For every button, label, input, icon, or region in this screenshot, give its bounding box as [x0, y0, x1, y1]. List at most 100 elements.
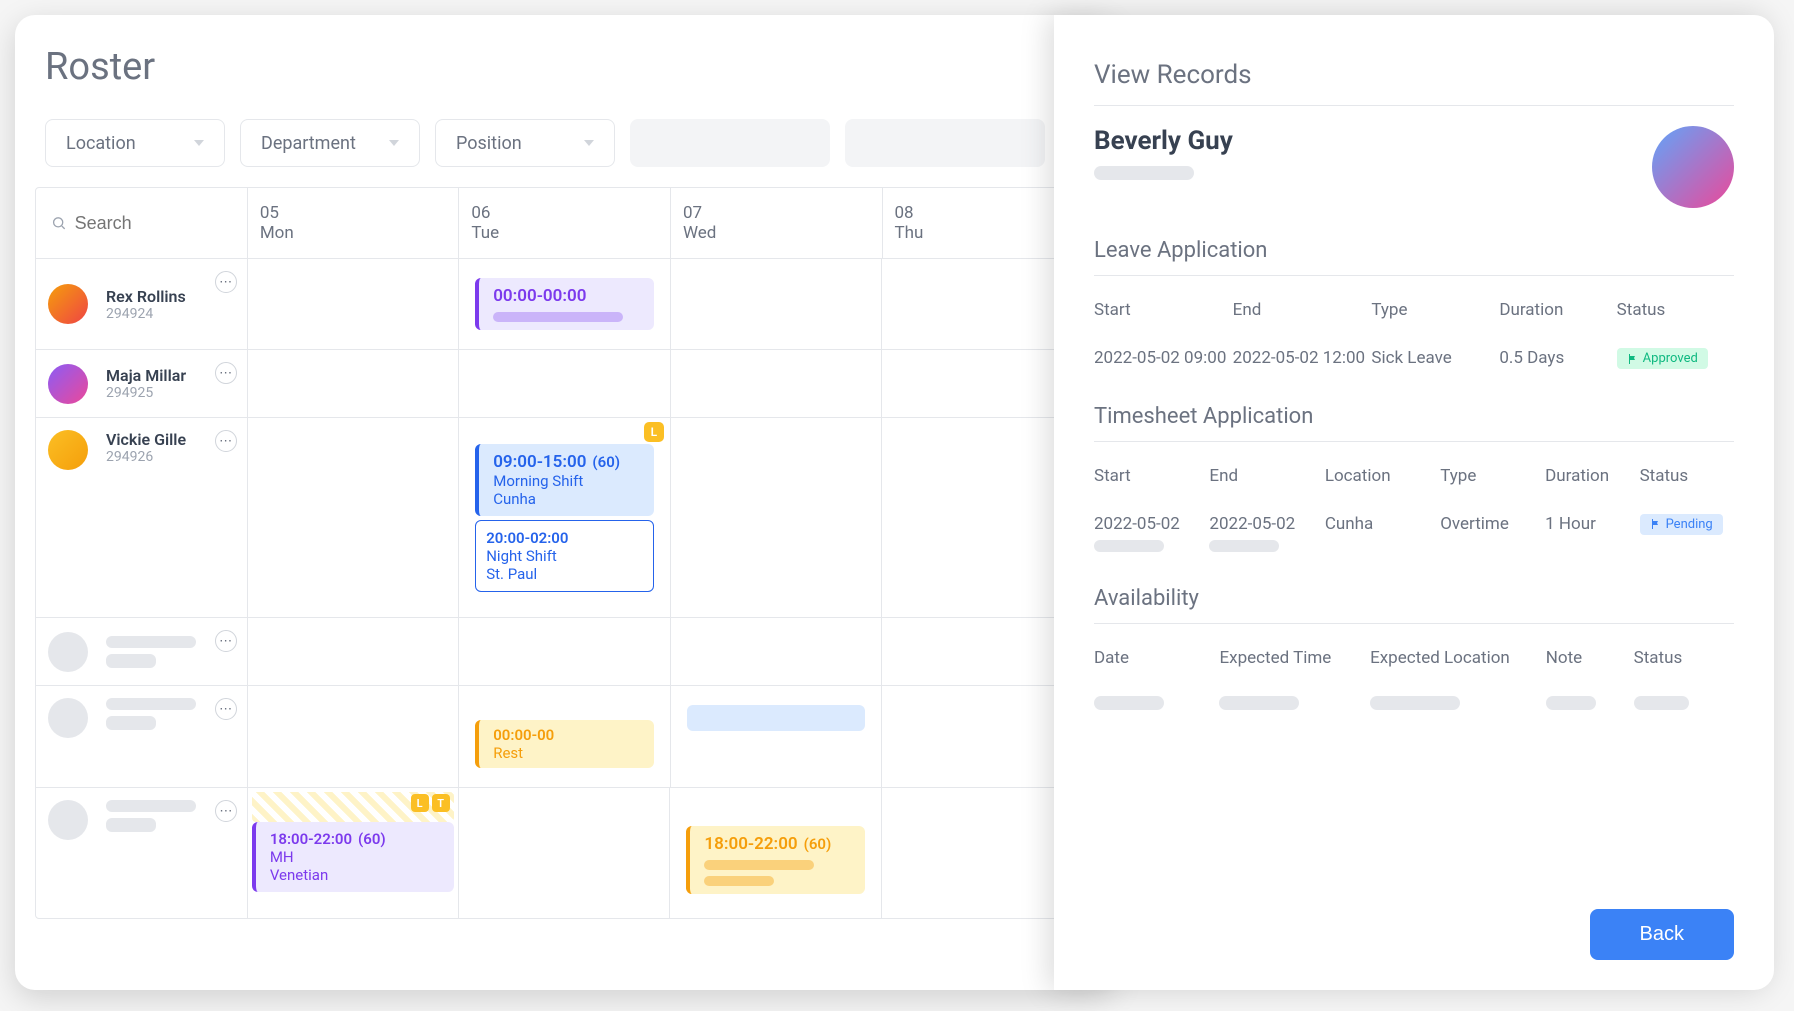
shift-block[interactable]: 18:00-22:00(60) [686, 826, 865, 894]
table-row[interactable]: 2022-05-02 09:00 2022-05-02 12:00 Sick L… [1094, 334, 1734, 384]
employee-cell[interactable]: ⋯ [36, 686, 248, 787]
more-button[interactable]: ⋯ [215, 271, 237, 293]
avatar-placeholder [48, 632, 88, 672]
col-end: End [1233, 300, 1372, 320]
shift-break: (60) [592, 453, 620, 471]
employee-id: 294926 [106, 449, 235, 465]
day-cell[interactable] [671, 618, 883, 685]
cell-duration: 0.5 Days [1499, 348, 1616, 370]
employee-cell[interactable]: Vickie Gille 294926 ⋯ [36, 418, 248, 617]
filter-placeholder[interactable] [630, 119, 830, 167]
avatar [48, 284, 88, 324]
day-cell[interactable] [671, 686, 883, 787]
shift-break: (60) [804, 835, 832, 853]
day-cell[interactable]: L T 18:00-22:00(60) MH Venetian [248, 788, 459, 918]
employee-name: Rex Rollins [106, 287, 235, 306]
skeleton-line [1094, 540, 1164, 552]
shift-block[interactable]: 20:00-02:00 Night Shift St. Paul [475, 520, 654, 592]
shift-block[interactable]: 00:00-00:00 [475, 278, 654, 330]
more-button[interactable]: ⋯ [215, 362, 237, 384]
day-cell[interactable] [671, 418, 883, 617]
more-button[interactable]: ⋯ [215, 430, 237, 452]
cell-status: Approved [1617, 348, 1734, 370]
day-cell[interactable] [248, 686, 460, 787]
day-cell[interactable] [248, 618, 460, 685]
skeleton-line [493, 312, 623, 322]
day-cell[interactable]: 00:00-00:00 [459, 259, 671, 349]
col-type: Type [1371, 300, 1499, 320]
roster-grid: 05 Mon 06 Tue 07 Wed 08 Thu Rex Rollins [35, 187, 1095, 919]
employee-cell[interactable]: ⋯ [36, 618, 248, 685]
day-num: 05 [260, 203, 447, 223]
employee-cell[interactable]: Rex Rollins 294924 ⋯ [36, 259, 248, 349]
cell-duration: 1 Hour [1545, 514, 1639, 552]
day-cell[interactable] [459, 350, 671, 417]
search-input[interactable] [75, 213, 232, 234]
employee-id: 294924 [106, 306, 235, 322]
avatar [48, 364, 88, 404]
day-cell[interactable] [671, 350, 883, 417]
col-status: Status [1640, 466, 1734, 486]
filter-position[interactable]: Position [435, 119, 615, 167]
more-button[interactable]: ⋯ [215, 800, 237, 822]
day-cell[interactable] [248, 418, 460, 617]
day-cell[interactable] [248, 350, 460, 417]
shift-block[interactable]: 18:00-22:00(60) MH Venetian [252, 822, 454, 892]
day-cell[interactable]: 00:00-00 Rest [459, 686, 671, 787]
skeleton-line [1546, 696, 1596, 710]
section-availability-title: Availability [1094, 586, 1734, 624]
employee-cell[interactable]: Maja Millar 294925 ⋯ [36, 350, 248, 417]
more-button[interactable]: ⋯ [215, 630, 237, 652]
skeleton-line [1209, 540, 1279, 552]
avatar-placeholder [48, 698, 88, 738]
skeleton-line [106, 818, 156, 832]
back-button[interactable]: Back [1590, 909, 1734, 960]
filter-bar: Location Department Position [35, 119, 1095, 167]
table-header: Date Expected Time Expected Location Not… [1094, 634, 1734, 682]
shift-label: Night Shift [486, 547, 643, 565]
day-num: 06 [471, 203, 658, 223]
status-text: Pending [1666, 517, 1713, 532]
filter-placeholder[interactable] [845, 119, 1045, 167]
filter-department[interactable]: Department [240, 119, 420, 167]
shift-placeholder[interactable] [687, 705, 866, 731]
employee-row: Rex Rollins 294924 ⋯ 00:00-00:00 [36, 259, 1094, 350]
skeleton-line [106, 654, 156, 668]
shift-time: 09:00-15:00 [493, 452, 586, 472]
day-cell[interactable] [459, 788, 671, 918]
chevron-down-icon [389, 140, 399, 146]
shift-block[interactable]: 00:00-00 Rest [475, 720, 654, 768]
shift-badges: L T [411, 794, 450, 812]
records-panel: View Records Beverly Guy Leave Applicati… [1054, 15, 1774, 990]
skeleton-line [704, 860, 814, 870]
cell-start: 2022-05-02 [1094, 514, 1209, 552]
cell-type: Overtime [1440, 514, 1545, 552]
employee-name: Beverly Guy [1094, 126, 1233, 156]
day-cell[interactable] [459, 618, 671, 685]
shift-block[interactable]: 09:00-15:00(60) Morning Shift Cunha [475, 444, 654, 516]
day-cell[interactable] [671, 259, 883, 349]
day-name: Tue [471, 223, 658, 243]
shift-location: Venetian [270, 866, 444, 884]
employee-row: ⋯ L T 18:00-22:00(60) MH Venetian [36, 788, 1094, 918]
table-row [1094, 682, 1734, 724]
employee-header: Beverly Guy [1094, 126, 1734, 208]
cell-end: 2022-05-02 [1209, 514, 1324, 552]
table-row[interactable]: 2022-05-02 2022-05-02 Cunha Overtime 1 H… [1094, 500, 1734, 566]
employee-row: ⋯ 00:00-00 Rest [36, 686, 1094, 788]
day-cell[interactable]: 18:00-22:00(60) [670, 788, 882, 918]
day-cell[interactable]: L 09:00-15:00(60) Morning Shift Cunha 20… [459, 418, 671, 617]
col-status: Status [1617, 300, 1734, 320]
filter-location[interactable]: Location [45, 119, 225, 167]
skeleton-line [1094, 166, 1194, 180]
col-type: Type [1440, 466, 1545, 486]
chevron-down-icon [584, 140, 594, 146]
more-button[interactable]: ⋯ [215, 698, 237, 720]
panel-title: View Records [1094, 60, 1734, 106]
col-note: Note [1546, 648, 1634, 668]
skeleton-line [1370, 696, 1460, 710]
employee-cell[interactable]: ⋯ [36, 788, 248, 918]
section-timesheet-title: Timesheet Application [1094, 404, 1734, 442]
day-cell[interactable] [248, 259, 460, 349]
late-badge: L [411, 794, 429, 812]
